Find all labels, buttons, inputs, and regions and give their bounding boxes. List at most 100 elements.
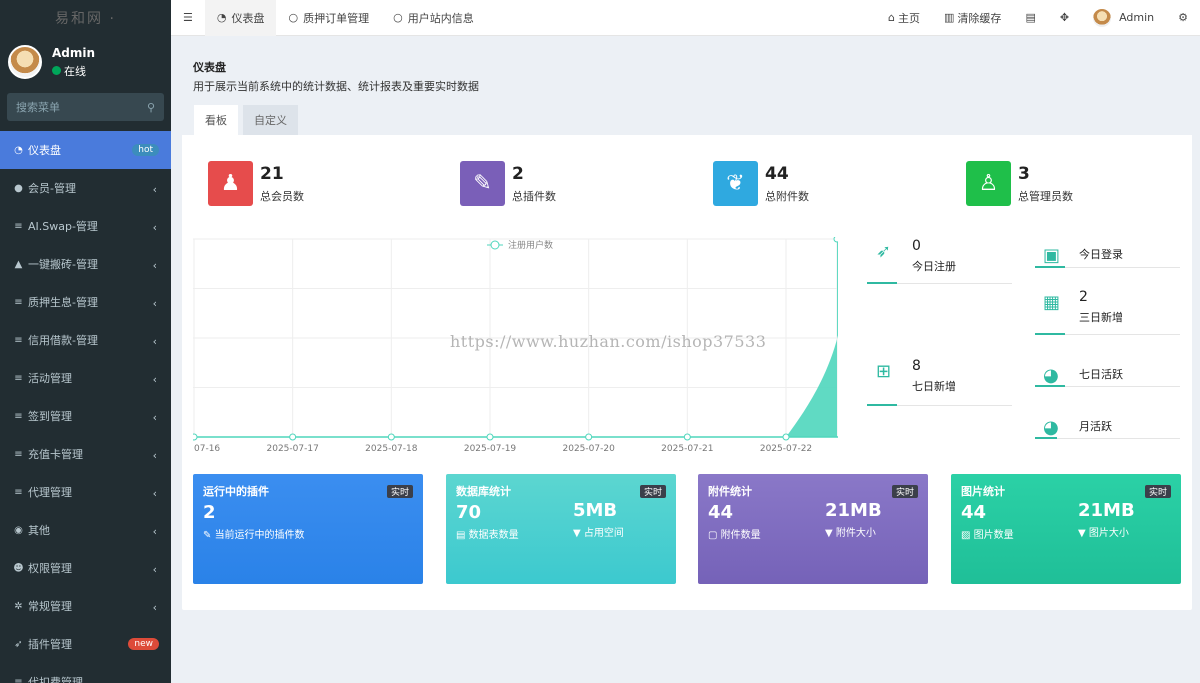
mini-seven-day-new: ⊞ 8 七日新增: [876, 358, 956, 393]
x-tick-label: 2025-07-20: [563, 444, 616, 454]
chevron-left-icon: ‹: [152, 601, 157, 614]
x-tick-label: 2025-07-21: [661, 444, 713, 454]
sidebar-item-general[interactable]: ✲ 常规管理 ‹: [0, 587, 171, 625]
sidebar-item-dashboard[interactable]: ◔ 仪表盘 hot: [0, 131, 171, 169]
user-status: 在线: [52, 63, 95, 79]
cogs-icon: ✲: [14, 600, 23, 612]
dashboard-icon: ◔: [216, 11, 227, 24]
stat-label: 总会员数: [260, 189, 304, 203]
online-dot-icon: [52, 66, 61, 75]
x-tick-label: 2025-07-22: [760, 444, 812, 454]
user-circle-icon: ◕: [1043, 365, 1059, 386]
stat-attachments: ❦ 44 总附件数: [713, 161, 809, 206]
list-icon: ≡: [14, 334, 23, 346]
sidebar-item-other[interactable]: ◉ 其他 ‹: [0, 511, 171, 549]
user-icon: ♙: [966, 161, 1011, 206]
calendar-icon: ▦: [1043, 292, 1061, 313]
data-point: [193, 433, 198, 441]
list-icon: ≡: [14, 410, 23, 422]
list-icon: ≡: [14, 296, 23, 308]
stat-plugins: ✎ 2 总插件数: [460, 161, 556, 206]
trash-icon: ▥: [944, 11, 955, 24]
user-panel: Admin 在线: [0, 36, 171, 88]
realtime-badge: 实时: [639, 485, 666, 498]
sidebar-item-activity[interactable]: ≡ 活动管理 ‹: [0, 359, 171, 397]
stat-label: 总插件数: [512, 189, 556, 203]
id-card-icon: ▣: [1043, 245, 1061, 266]
data-point: [782, 433, 790, 441]
card-attachment-stats: 附件统计 实时 44 ▢ 附件数量 21MB ▼ 附件大小: [698, 474, 928, 584]
tab-board[interactable]: 看板: [194, 105, 238, 135]
dashboard-icon: ◔: [14, 144, 23, 156]
sidebar-item-staking[interactable]: ≡ 质押生息-管理 ‹: [0, 283, 171, 321]
tab-pledge-orders[interactable]: ○ 质押订单管理: [276, 0, 381, 36]
chevron-left-icon: ‹: [152, 297, 157, 310]
mini-three-day-new: ▦ 2 三日新增: [1043, 289, 1123, 324]
sidebar-item-signin[interactable]: ≡ 签到管理 ‹: [0, 397, 171, 435]
data-point: [833, 237, 838, 243]
sidebar-item-auth[interactable]: ☻ 权限管理 ‹: [0, 549, 171, 587]
clear-cache-button[interactable]: ▥ 清除缓存: [932, 0, 1013, 36]
sidebar-item-agent[interactable]: ≡ 代理管理 ‹: [0, 473, 171, 511]
stat-value: 21: [260, 163, 284, 184]
mini-monthly-active: ◕ 月活跃: [1043, 417, 1112, 438]
avatar: [8, 45, 42, 79]
filter-icon: ▼: [1078, 528, 1089, 539]
sidebar-item-aiswap[interactable]: ≡ AI.Swap-管理 ‹: [0, 207, 171, 245]
magic-wand-icon: ✎: [460, 161, 505, 206]
x-tick-label: 2025-07-19: [464, 444, 517, 454]
mini-today-login: ▣ 今日登录: [1043, 245, 1123, 266]
x-tick-label: 2025-07-17: [267, 444, 319, 454]
tab-user-messages[interactable]: ○ 用户站内信息: [381, 0, 486, 36]
leaf-icon: ❦: [713, 161, 758, 206]
chevron-left-icon: ‹: [152, 411, 157, 424]
calendar-plus-icon: ⊞: [876, 361, 892, 382]
sidebar-item-credit[interactable]: ≡ 信用借款-管理 ‹: [0, 321, 171, 359]
tab-dashboard[interactable]: ◔ 仪表盘: [204, 0, 277, 36]
logo[interactable]: 易和网 ·: [0, 0, 171, 36]
list-icon: ≡: [14, 372, 23, 384]
gear-icon[interactable]: ⚙: [1178, 11, 1188, 24]
menu-toggle-button[interactable]: ☰: [171, 0, 205, 36]
circle-icon: ○: [288, 11, 299, 24]
hamburger-icon[interactable]: ☰: [183, 11, 193, 24]
language-button[interactable]: ▤: [1013, 0, 1047, 36]
chevron-left-icon: ‹: [152, 487, 157, 500]
sidebar-item-brick[interactable]: ▲ 一键搬砖-管理 ‹: [0, 245, 171, 283]
fullscreen-button[interactable]: ✥: [1048, 0, 1081, 36]
group-icon: ☻: [13, 562, 24, 574]
chevron-left-icon: ‹: [152, 335, 157, 348]
sidebar-menu: ◔ 仪表盘 hot ● 会员-管理 ‹ ≡ AI.Swap-管理 ‹ ▲ 一键搬砖-管理 ‹ ≡…: [0, 131, 171, 683]
card-running-plugins: 运行中的插件 实时 2 ✎ 当前运行中的插件数: [193, 474, 423, 584]
chevron-left-icon: ‹: [152, 525, 157, 538]
sidebar: 易和网 · Admin 在线 搜索菜单 ⚲ ◔ 仪表盘 hot ● 会员-管理 ‹ ≡ A…: [0, 0, 171, 683]
list-icon: ≡: [14, 448, 23, 460]
sidebar-item-recharge[interactable]: ≡ 充值卡管理 ‹: [0, 435, 171, 473]
data-point: [289, 433, 297, 441]
sidebar-item-plugin[interactable]: ➶ 插件管理 new: [0, 625, 171, 663]
settings-button[interactable]: ⚙: [1166, 0, 1200, 36]
sidebar-item-withhold[interactable]: ≡ 代扣费管理: [0, 663, 171, 683]
user-name: Admin: [52, 45, 96, 60]
chevron-left-icon: ‹: [152, 449, 157, 462]
stat-members: ♟ 21 总会员数: [208, 161, 304, 206]
home-link[interactable]: ⌂ 主页: [876, 0, 932, 36]
user-menu[interactable]: Admin: [1081, 0, 1166, 36]
mini-today-register: ➶ 0 今日注册: [876, 238, 956, 273]
language-icon[interactable]: ▤: [1025, 11, 1035, 24]
data-point: [486, 433, 494, 441]
magic-wand-icon: ✎: [203, 530, 215, 541]
list-icon: ≡: [14, 220, 23, 232]
data-point: [387, 433, 395, 441]
watermark: https://www.huzhan.com/ishop37533: [450, 332, 767, 351]
search-icon[interactable]: ⚲: [147, 101, 155, 114]
rocket-icon: ➶: [876, 241, 892, 262]
image-icon: ▨: [961, 530, 974, 541]
search-input[interactable]: 搜索菜单 ⚲: [7, 93, 164, 121]
sidebar-item-member[interactable]: ● 会员-管理 ‹: [0, 169, 171, 207]
tab-custom[interactable]: 自定义: [243, 105, 298, 135]
stat-value: 3: [1018, 163, 1030, 184]
fullscreen-icon[interactable]: ✥: [1060, 11, 1069, 24]
stat-label: 总管理员数: [1018, 189, 1073, 203]
content-panel: 仪表盘 用于展示当前系统中的统计数据、统计报表及重要实时数据 看板 自定义 ♟ …: [182, 47, 1192, 610]
